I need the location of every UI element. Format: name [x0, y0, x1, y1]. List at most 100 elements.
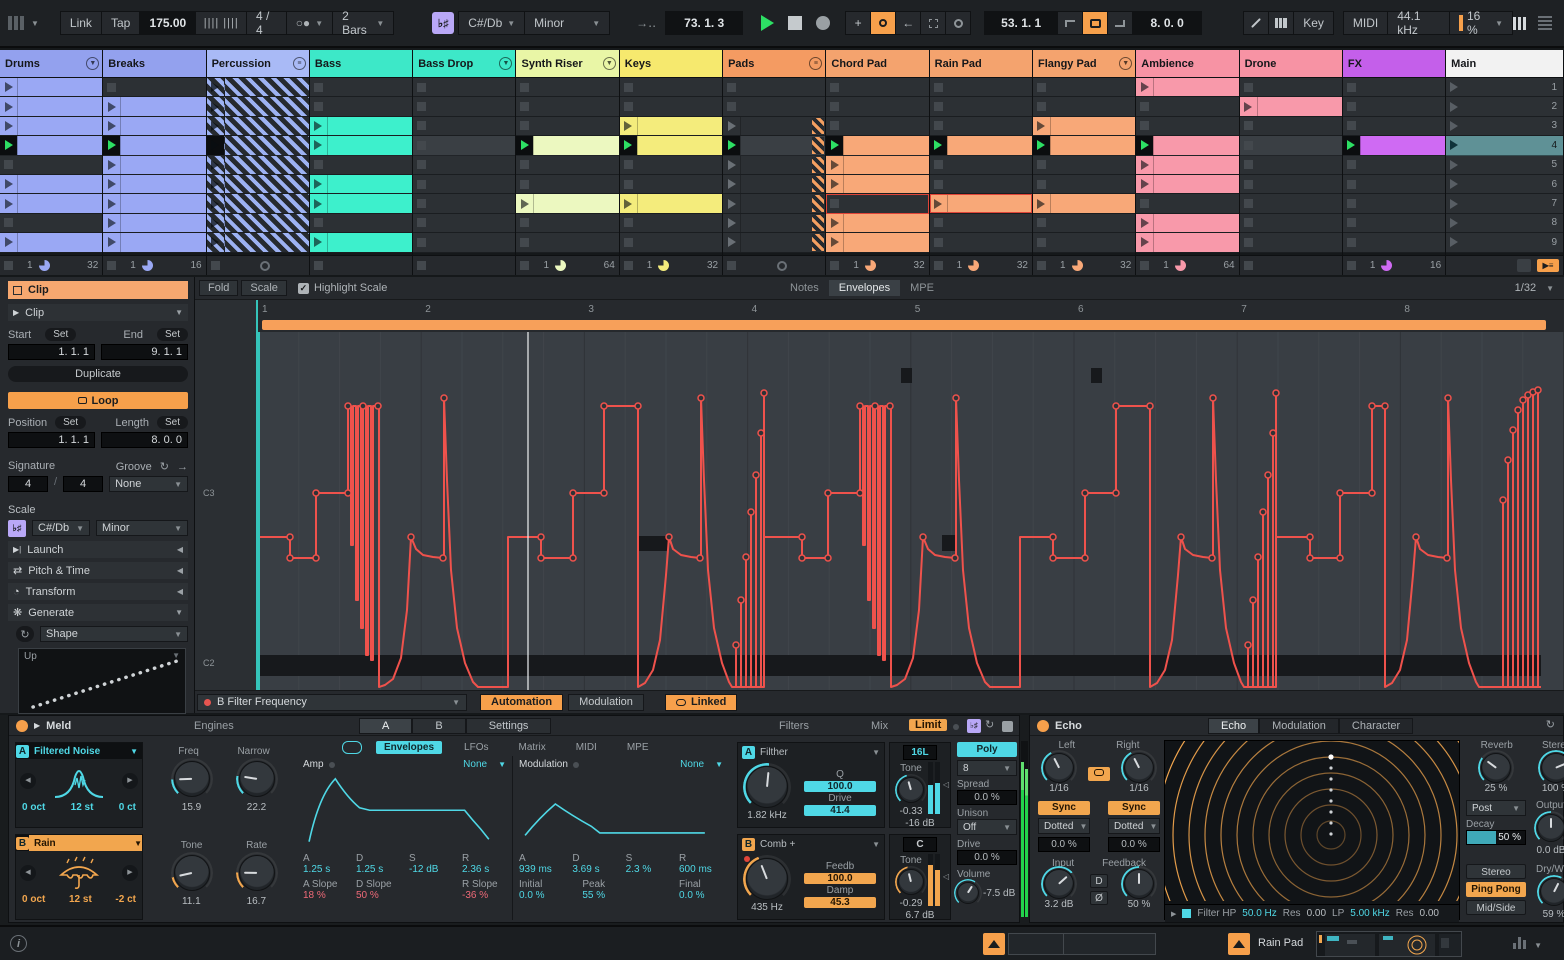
length-set-button[interactable]: Set [156, 416, 188, 429]
clip-launch-button[interactable] [0, 233, 17, 252]
track-header[interactable]: Bass Drop ▼ [413, 50, 516, 78]
performance-meter-icon[interactable] [1513, 937, 1526, 949]
clip-launch-button[interactable] [309, 136, 327, 155]
clip-launch-button[interactable] [0, 97, 17, 116]
end-set-button[interactable]: Set [156, 328, 188, 341]
echo-feedback-knob[interactable] [1121, 866, 1157, 902]
session-clip[interactable] [723, 174, 825, 194]
clip-scale-icon[interactable]: ♭♯ [8, 520, 26, 537]
poly-button[interactable]: Poly [957, 742, 1017, 757]
clip-launch-button[interactable] [0, 174, 17, 194]
clip-launch-button[interactable] [516, 136, 534, 155]
clip-slot[interactable] [413, 155, 516, 175]
clip-launch-button[interactable] [826, 233, 844, 252]
echo-left-offset[interactable]: 0.0 % [1038, 837, 1090, 852]
session-clip[interactable] [826, 213, 929, 233]
filter-a-freq-knob[interactable] [743, 763, 791, 811]
scene-launch-icon[interactable] [1450, 237, 1459, 248]
scene-slot[interactable]: 9 [1446, 233, 1563, 253]
clip-overview-toggle[interactable] [983, 933, 1005, 955]
clip-slot[interactable] [929, 213, 1032, 234]
clip-slot[interactable] [723, 97, 826, 117]
clip-slot[interactable] [413, 136, 516, 156]
loop-start-field[interactable]: 53. 1. 1 [984, 11, 1059, 35]
track-stop-button[interactable] [107, 261, 117, 270]
echo-tunnel-display[interactable]: ▶ Filter HP 50.0 Hz Res 0.00 LP 5.00 kHz… [1156, 660, 1506, 960]
clip-slot[interactable] [413, 97, 516, 117]
amp-r-slope[interactable]: -36 % [462, 890, 488, 901]
tempo-field[interactable]: 175.00 [139, 11, 197, 35]
track-stop-button[interactable] [417, 261, 427, 270]
track-header[interactable]: Keys [619, 50, 723, 78]
meld-on-button[interactable] [16, 719, 28, 732]
clip-slot[interactable] [309, 78, 413, 98]
clip-slot[interactable] [413, 78, 516, 98]
clip-slot[interactable] [206, 116, 309, 137]
clip-launch-button[interactable] [1239, 97, 1257, 116]
session-clip[interactable] [309, 136, 413, 155]
clip-slot[interactable] [1136, 136, 1239, 156]
dry-wet-value[interactable]: 59 % [1543, 909, 1564, 920]
clip-slot[interactable] [0, 136, 103, 156]
clip-slot[interactable] [1342, 136, 1446, 156]
clip-slot[interactable] [1342, 194, 1446, 214]
clip-slot[interactable] [723, 78, 826, 98]
stop-all-clips-button[interactable]: ▶≡ [1537, 259, 1559, 272]
clip-launch-button[interactable] [1032, 116, 1050, 136]
echo-on-button[interactable] [1037, 719, 1049, 732]
amp-envelope-graph[interactable] [303, 770, 505, 848]
engine-a-type-menu[interactable]: Filtered Noise [29, 746, 125, 757]
arrangement-view-toggle-icon[interactable] [1538, 16, 1552, 30]
mid-side-mode-button[interactable]: Mid/Side [1466, 900, 1526, 915]
scene-launch-icon[interactable] [1450, 101, 1459, 112]
loop-length-field[interactable]: 8. 0. 0 [1132, 11, 1203, 35]
clip-slot[interactable] [309, 174, 413, 195]
clip-launch-button[interactable] [206, 174, 224, 194]
clip-slot[interactable] [619, 155, 723, 175]
clip-slot[interactable] [1136, 213, 1239, 234]
scene-slot[interactable]: 2 [1446, 97, 1563, 117]
clip-slot[interactable] [929, 174, 1032, 195]
clip-launch-button[interactable] [826, 155, 844, 174]
amp-s-value[interactable]: -12 dB [409, 864, 438, 875]
playing-clip[interactable] [0, 136, 103, 155]
beat-time-ruler[interactable]: 1 2 3 4 5 6 7 8 [258, 300, 1564, 320]
clip-launch-button[interactable] [1342, 136, 1360, 155]
loop-brace[interactable] [262, 320, 1546, 330]
clip-slot[interactable] [413, 116, 516, 137]
echo-right-sync-button[interactable]: Sync [1108, 801, 1160, 815]
session-clip[interactable] [1032, 116, 1136, 136]
clip-slot[interactable] [929, 155, 1032, 175]
amp-r-value[interactable]: 2.36 s [462, 864, 489, 875]
mix-b-db[interactable]: 6.7 dB [894, 910, 946, 921]
engine-b-oct[interactable]: 0 oct [22, 894, 45, 905]
clip-launch-button[interactable] [103, 213, 121, 233]
clip-slot[interactable] [619, 97, 723, 117]
clip-key-scale-menu[interactable]: Minor ▼ [96, 520, 188, 536]
clip-key-root-menu[interactable]: C#/Db ▼ [32, 520, 90, 536]
clip-panel-header[interactable]: Clip [8, 281, 188, 299]
engine-a-st[interactable]: 12 st [71, 802, 94, 813]
clip-slot[interactable] [619, 194, 723, 214]
clip-slot[interactable] [619, 116, 723, 137]
signature-numerator-field[interactable]: 4 [8, 476, 48, 492]
clip-slot[interactable] [1239, 97, 1342, 117]
fold-button[interactable]: Fold [199, 280, 239, 296]
clip-slot[interactable] [0, 194, 103, 214]
clip-slot[interactable] [206, 136, 309, 156]
clip-slot[interactable] [1032, 233, 1136, 253]
loop-toggle-button[interactable]: Loop [8, 392, 188, 409]
echo-link-button[interactable] [1088, 766, 1110, 781]
engine-b-ct[interactable]: -2 ct [115, 894, 136, 905]
engine-b-type-menu[interactable]: Rain ▼ [29, 835, 142, 851]
device-chain-overview[interactable] [1316, 931, 1462, 957]
session-clip[interactable] [206, 233, 309, 252]
engine-b-next-icon[interactable]: ▶ [122, 865, 138, 881]
clip-slot[interactable] [1136, 194, 1239, 214]
clip-launch-button[interactable] [103, 116, 121, 136]
dry-wet-knob[interactable] [1536, 875, 1564, 909]
echo-left-sync-button[interactable]: Sync [1038, 801, 1090, 815]
clip-slot[interactable] [0, 233, 103, 253]
filter-b-freq-knob[interactable] [743, 855, 791, 903]
clip-slot[interactable] [516, 155, 619, 175]
